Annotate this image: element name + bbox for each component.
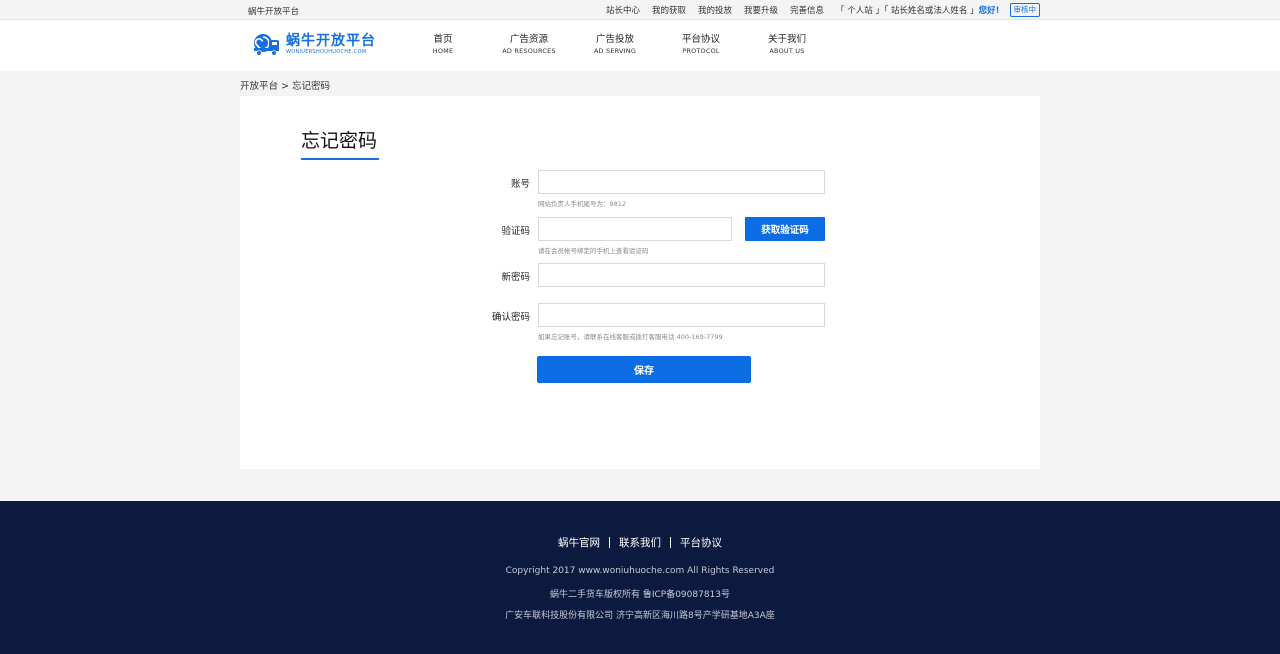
nav-item-sublabel: AD SERVING [593,47,637,55]
footer-links: 蜗牛官网 联系我们 平台协议 [0,535,1280,550]
main-nav: 首页 HOME 广告资源 AD RESOURCES 广告投放 AD SERVIN… [400,33,830,57]
footer-link-protocol[interactable]: 平台协议 [680,535,722,550]
page-title: 忘记密码 [301,130,378,152]
nav-item-sublabel: ABOUT US [769,47,805,55]
verification-code-input[interactable] [538,217,732,241]
footer-copyright: Copyright 2017 www.woniuhuoche.com All R… [505,566,775,576]
confirm-password-label: 确认密码 [491,312,530,323]
top-bar-site-name: 蜗牛开放平台 [248,7,300,17]
nav-item-sublabel: PROTOCOL [682,47,720,55]
account-type: 「 个人站 」「 站长姓名或法人姓名 」 [836,6,979,16]
top-link-my-acquisitions[interactable]: 我的获取 [652,4,686,16]
status-badge: 审核中 [1009,3,1040,17]
top-link-upgrade[interactable]: 我要升级 [744,4,778,16]
nav-item-sublabel: HOME [432,47,454,55]
code-label: 验证码 [501,226,530,237]
nav-item-label: 首页 [433,34,453,45]
top-link-my-ads[interactable]: 我的投放 [698,4,732,16]
breadcrumb: 开放平台 > 忘记密码 [240,81,330,92]
logo-text: 蜗牛开放平台 WONIUERSHOUHUOCHE.COM [286,33,376,56]
nav-item-about-us[interactable]: 关于我们 ABOUT US [744,33,830,57]
logo-domain: WONIUERSHOUHUOCHE.COM [286,48,367,55]
nav-item-ad-serving[interactable]: 广告投放 AD SERVING [572,33,658,57]
footer-separator [609,537,610,548]
title-underline [301,158,379,160]
nav-item-label: 平台协议 [681,34,720,45]
top-bar: 蜗牛开放平台 站长中心 我的获取 我的投放 我要升级 完善信息 「 个人站 」「… [0,0,1280,20]
footer-icp: 蜗牛二手货车版权所有 鲁ICP备09087813号 [549,590,731,600]
footer-link-official-site[interactable]: 蜗牛官网 [558,535,600,550]
greeting-text: 您好! [978,6,1000,16]
top-link-webmaster-center[interactable]: 站长中心 [606,4,640,16]
confirm-hint: 如果忘记账号，请联系在线客服或拨打客服电话 400-169-7799 [538,333,723,341]
nav-item-home[interactable]: 首页 HOME [400,33,486,57]
save-button[interactable]: 保存 [537,356,751,383]
nav-item-protocol[interactable]: 平台协议 PROTOCOL [658,33,744,57]
account-greeting: 「 个人站 」「 站长姓名或法人姓名 」您好! [836,4,999,16]
account-label: 账号 [510,179,530,190]
footer-link-contact[interactable]: 联系我们 [619,535,661,550]
top-bar-links: 站长中心 我的获取 我的投放 我要升级 完善信息 「 个人站 」「 站长姓名或法… [606,3,1040,17]
new-password-label: 新密码 [501,272,530,283]
nav-item-label: 广告投放 [595,34,634,45]
site-logo[interactable]: 蜗牛开放平台 WONIUERSHOUHUOCHE.COM [252,32,376,56]
header: 蜗牛开放平台 WONIUERSHOUHUOCHE.COM 首页 HOME 广告资… [0,20,1280,71]
nav-item-label: 关于我们 [767,34,806,45]
top-link-complete-info[interactable]: 完善信息 [790,4,824,16]
footer-address: 广安车联科技股份有限公司 济宁高新区海川路8号产学研基地A3A座 [505,611,775,621]
nav-item-ad-resources[interactable]: 广告资源 AD RESOURCES [486,33,572,57]
account-input[interactable] [538,170,825,194]
footer-separator [670,537,671,548]
nav-item-label: 广告资源 [509,34,548,45]
confirm-password-input[interactable] [538,303,825,327]
account-hint: 网站负责人手机尾号为：9812 [538,200,627,208]
get-code-button[interactable]: 获取验证码 [745,217,825,241]
nav-item-sublabel: AD RESOURCES [502,47,556,55]
footer: 蜗牛官网 联系我们 平台协议 Copyright 2017 www.woniuh… [0,501,1280,654]
new-password-input[interactable] [538,263,825,287]
logo-name: 蜗牛开放平台 [286,32,376,49]
forgot-password-card: 忘记密码 账号 网站负责人手机尾号为：9812 验证码 获取验证码 请在会员帐号… [240,96,1040,469]
snail-truck-icon [254,34,279,56]
code-hint: 请在会员帐号绑定的手机上查看验证码 [538,247,649,255]
